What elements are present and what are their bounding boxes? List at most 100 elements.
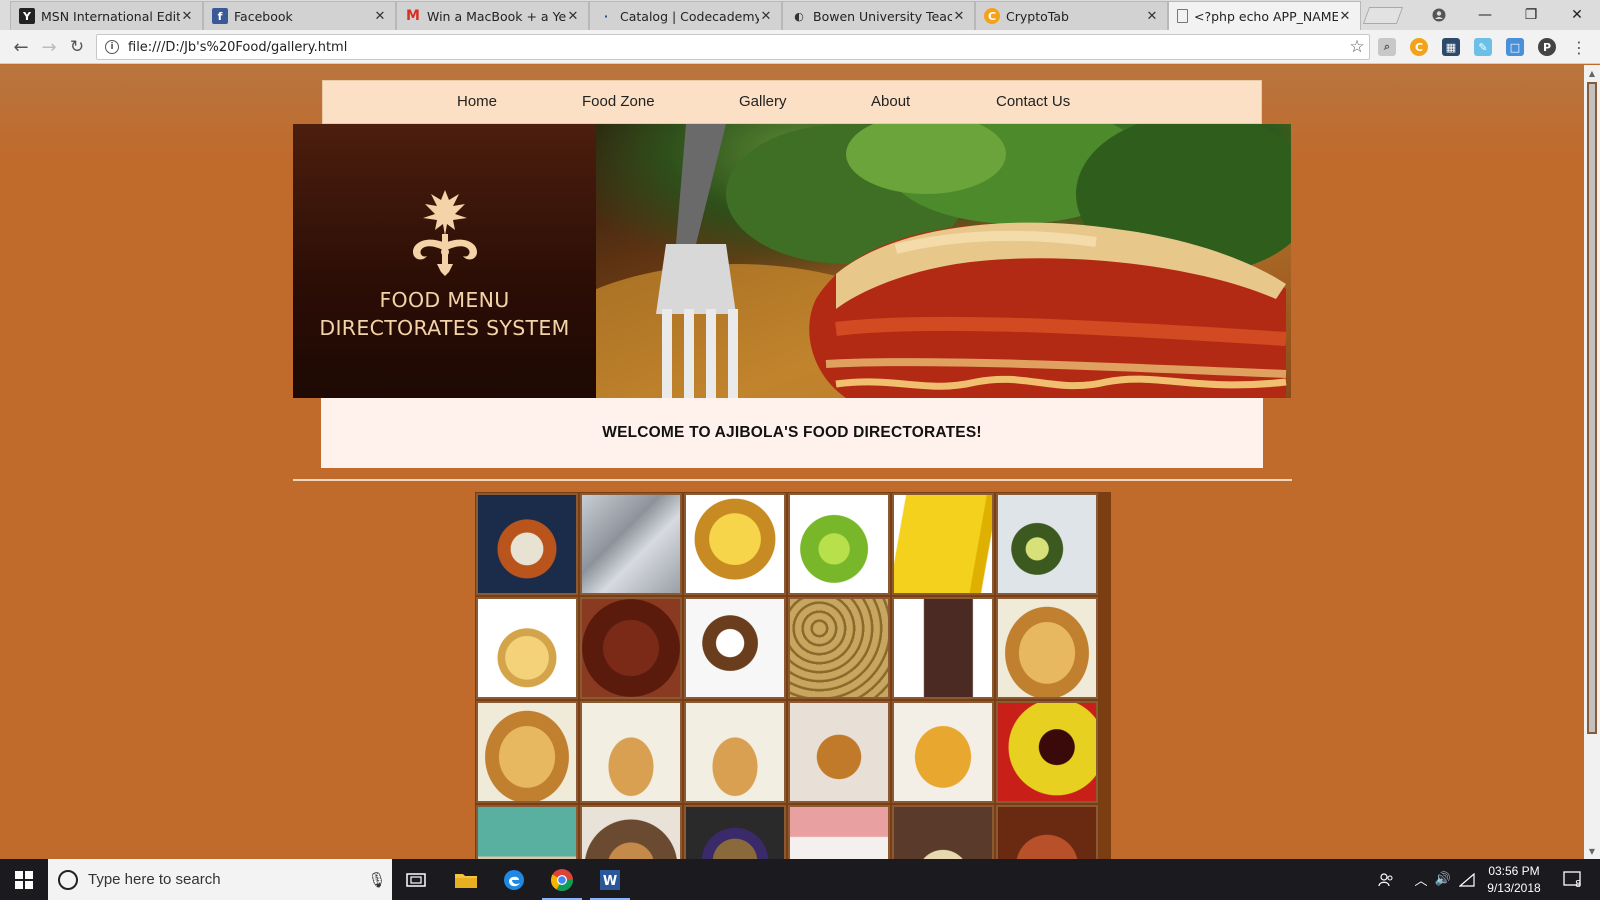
gallery-image-pineapple[interactable] [684,493,786,595]
back-arrow-icon[interactable]: ← [10,36,32,58]
profile-icon[interactable] [1416,0,1462,30]
tab-title: MSN International Edition [41,8,180,24]
address-bar[interactable]: i file:///D:/Jb's%20Food/gallery.html ☆ [96,34,1370,60]
tab-title: Facebook [234,8,293,24]
network-icon[interactable] [1456,859,1478,900]
pinterest-icon[interactable]: P [1538,38,1556,56]
page-viewport: Home Food Zone Gallery About Contact Us … [0,65,1584,859]
people-icon[interactable] [1374,859,1398,900]
brand-title: FOOD MENU DIRECTORATES SYSTEM [319,286,569,342]
system-clock[interactable]: 03:56 PM 9/13/2018 [1478,863,1550,897]
tab-title: Win a MacBook + a Year [427,8,566,24]
tab-bowen[interactable]: ◐ Bowen University Teaching ✕ [782,1,975,30]
brand-panel: FOOD MENU DIRECTORATES SYSTEM [293,124,596,398]
notification-center-icon[interactable]: 8 [1556,859,1590,900]
gallery-image-meat-pies[interactable] [996,597,1098,699]
welcome-heading: WELCOME TO AJIBOLA'S FOOD DIRECTORATES! [602,424,982,441]
food-gallery-grid [475,492,1111,859]
tab-msn[interactable]: Y MSN International Edition ✕ [10,1,203,30]
scrollbar-thumb[interactable] [1587,82,1597,734]
tab-facebook[interactable]: f Facebook ✕ [203,1,396,30]
tab-codecademy[interactable]: · Catalog | Codecademy ✕ [589,1,782,30]
volume-icon[interactable]: 🔊 [1432,859,1454,900]
gallery-image-meat-pies[interactable] [476,701,578,803]
new-tab-button[interactable] [1362,7,1404,24]
info-icon[interactable]: i [105,40,119,54]
nav-contact-us[interactable]: Contact Us [996,93,1070,110]
gallery-image-coconut-rice[interactable] [788,805,890,859]
gallery-image-dates[interactable] [580,597,682,699]
task-view-icon[interactable] [392,859,440,900]
gallery-image-coconut[interactable] [684,597,786,699]
gallery-image-rice-and-stew[interactable] [476,493,578,595]
cryptotab-extension-icon[interactable]: C [1410,38,1428,56]
gallery-image-green-apple[interactable] [788,493,890,595]
feather-extension-icon[interactable]: ✎ [1474,38,1492,56]
svg-text:W: W [603,874,617,889]
microphone-icon[interactable]: 🎙 [362,871,392,889]
gmail-icon: M [406,8,420,24]
square-extension-icon[interactable]: □ [1506,38,1524,56]
gallery-image-bowl-dish[interactable] [892,805,994,859]
chrome-icon[interactable] [538,859,586,900]
chevron-up-icon[interactable]: ︿ [1410,859,1432,900]
close-window-button[interactable]: ✕ [1554,0,1600,30]
browser-toolbar: ← → ↻ i file:///D:/Jb's%20Food/gallery.h… [0,30,1600,64]
menu-dots-icon[interactable]: ⋮ [1568,36,1590,58]
word-icon[interactable]: W [586,859,634,900]
gallery-image-eggs[interactable] [476,805,578,859]
start-button[interactable] [0,859,48,900]
gallery-image-ginger[interactable] [476,597,578,699]
tab-current-page[interactable]: <?php echo APP_NAME; ?> ✕ [1168,1,1361,30]
browser-tab-strip: Y MSN International Edition ✕ f Facebook… [0,0,1600,30]
site-navigation: Home Food Zone Gallery About Contact Us [322,80,1262,124]
gallery-image-chin-chin-packs[interactable] [580,493,682,595]
gallery-image-avocado[interactable] [996,493,1098,595]
close-tab-icon[interactable]: ✕ [566,9,580,24]
minimize-button[interactable]: — [1462,0,1508,30]
close-tab-icon[interactable]: ✕ [1338,9,1352,24]
gallery-image-corn-fritters[interactable] [892,701,994,803]
close-tab-icon[interactable]: ✕ [952,9,966,24]
nav-food-zone[interactable]: Food Zone [582,93,655,110]
tab-cryptotab[interactable]: C CryptoTab ✕ [975,1,1168,30]
search-extension-icon[interactable]: ⌕ [1378,38,1396,56]
gallery-image-bread-rolls[interactable] [580,805,682,859]
nav-about[interactable]: About [871,93,910,110]
close-tab-icon[interactable]: ✕ [759,9,773,24]
gallery-image-banana-pancakes[interactable] [580,701,682,803]
file-explorer-icon[interactable] [442,859,490,900]
close-tab-icon[interactable]: ✕ [373,9,387,24]
cortana-icon [58,869,78,890]
nav-gallery[interactable]: Gallery [739,93,787,110]
nav-home[interactable]: Home [457,93,497,110]
reload-icon[interactable]: ↻ [66,36,88,58]
bookmark-star-icon[interactable]: ☆ [1345,37,1369,57]
page-scrollbar[interactable]: ▲ ▼ [1584,65,1600,859]
gallery-image-zobo-drink[interactable] [996,701,1098,803]
tab-gmail[interactable]: M Win a MacBook + a Year ✕ [396,1,589,30]
close-tab-icon[interactable]: ✕ [1145,9,1159,24]
gallery-image-bananas[interactable] [892,493,994,595]
scroll-up-arrow-icon[interactable]: ▲ [1584,65,1600,81]
welcome-banner: WELCOME TO AJIBOLA'S FOOD DIRECTORATES! [321,398,1263,468]
gallery-image-tiger-nuts[interactable] [788,597,890,699]
restore-button[interactable]: ❐ [1508,0,1554,30]
gallery-image-nutella-cookies[interactable] [892,597,994,699]
clock-date: 9/13/2018 [1487,881,1541,895]
gallery-image-granola[interactable] [684,805,786,859]
gallery-image-banana-pancakes[interactable] [684,701,786,803]
image-extension-icon[interactable]: ▦ [1442,38,1460,56]
taskbar-search-placeholder: Type here to search [88,871,221,888]
brand-title-line-2: DIRECTORATES SYSTEM [319,316,570,340]
gallery-image-fried-plantain[interactable] [996,805,1098,859]
taskbar-search-box[interactable]: Type here to search 🎙 [48,859,392,900]
codecademy-icon: · [603,9,609,23]
forward-arrow-icon[interactable]: → [38,36,60,58]
close-tab-icon[interactable]: ✕ [180,9,194,24]
scroll-down-arrow-icon[interactable]: ▼ [1584,843,1600,859]
edge-browser-icon[interactable] [490,859,538,900]
gallery-image-puff-puff[interactable] [788,701,890,803]
windows-logo-icon [15,870,33,889]
page-icon [1177,9,1188,23]
